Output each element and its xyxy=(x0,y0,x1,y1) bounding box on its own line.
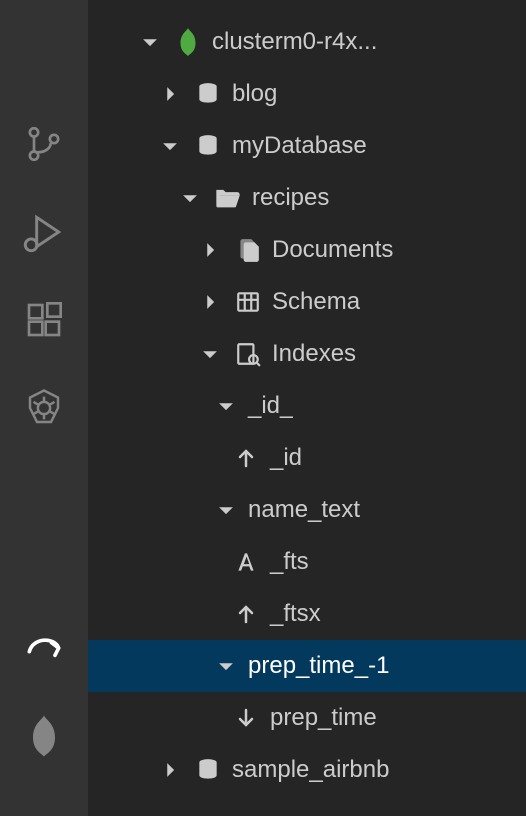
database-icon xyxy=(188,81,228,107)
database-label: sample_airbnb xyxy=(228,756,389,784)
chevron-right-icon xyxy=(152,83,188,105)
chevron-down-icon xyxy=(208,395,244,417)
arrow-up-icon xyxy=(226,602,266,626)
explorer-tree: clusterm0-r4x... blog myDatabase recipes xyxy=(88,0,526,816)
index-label: name_text xyxy=(244,496,360,524)
chevron-right-icon xyxy=(192,239,228,261)
leaf-icon xyxy=(168,27,208,57)
debug-icon[interactable] xyxy=(20,208,68,256)
index-row-preptime[interactable]: prep_time_-1 xyxy=(88,640,526,692)
chevron-right-icon xyxy=(192,291,228,313)
index-row-nametext[interactable]: name_text xyxy=(88,484,526,536)
cluster-label: clusterm0-r4x... xyxy=(208,28,377,56)
field-row[interactable]: _id xyxy=(88,432,526,484)
database-row-blog[interactable]: blog xyxy=(88,68,526,120)
index-row-id[interactable]: _id_ xyxy=(88,380,526,432)
database-icon xyxy=(188,757,228,783)
arrow-down-icon xyxy=(226,706,266,730)
field-label: prep_time xyxy=(266,704,377,732)
database-icon xyxy=(188,133,228,159)
share-icon[interactable] xyxy=(20,624,68,672)
field-label: _ftsx xyxy=(266,600,321,628)
schema-icon xyxy=(228,289,268,315)
chevron-down-icon xyxy=(172,187,208,209)
section-row-schema[interactable]: Schema xyxy=(88,276,526,328)
arrow-up-icon xyxy=(226,446,266,470)
activity-bar xyxy=(0,0,88,816)
extensions-icon[interactable] xyxy=(20,296,68,344)
section-row-indexes[interactable]: Indexes xyxy=(88,328,526,380)
database-row-sample[interactable]: sample_airbnb xyxy=(88,744,526,796)
chevron-down-icon xyxy=(132,31,168,53)
index-label: prep_time_-1 xyxy=(244,652,389,680)
chevron-down-icon xyxy=(208,499,244,521)
cluster-row[interactable]: clusterm0-r4x... xyxy=(88,16,526,68)
section-label: Documents xyxy=(268,236,393,264)
chevron-down-icon xyxy=(208,655,244,677)
index-label: _id_ xyxy=(244,392,293,420)
chevron-down-icon xyxy=(192,343,228,365)
mongodb-icon[interactable] xyxy=(20,712,68,760)
database-label: myDatabase xyxy=(228,132,367,160)
chevron-down-icon xyxy=(152,135,188,157)
indexes-icon xyxy=(228,341,268,367)
source-control-icon[interactable] xyxy=(20,120,68,168)
field-row[interactable]: prep_time xyxy=(88,692,526,744)
collection-label: recipes xyxy=(248,184,329,212)
section-label: Indexes xyxy=(268,340,356,368)
text-icon xyxy=(226,549,266,575)
section-row-documents[interactable]: Documents xyxy=(88,224,526,276)
database-label: blog xyxy=(228,80,277,108)
database-row-mydatabase[interactable]: myDatabase xyxy=(88,120,526,172)
documents-icon xyxy=(228,237,268,263)
folder-open-icon xyxy=(208,186,248,210)
chevron-right-icon xyxy=(152,759,188,781)
field-label: _id xyxy=(266,444,302,472)
field-label: _fts xyxy=(266,548,309,576)
field-row[interactable]: _ftsx xyxy=(88,588,526,640)
kubernetes-icon[interactable] xyxy=(20,384,68,432)
section-label: Schema xyxy=(268,288,360,316)
collection-row-recipes[interactable]: recipes xyxy=(88,172,526,224)
field-row[interactable]: _fts xyxy=(88,536,526,588)
